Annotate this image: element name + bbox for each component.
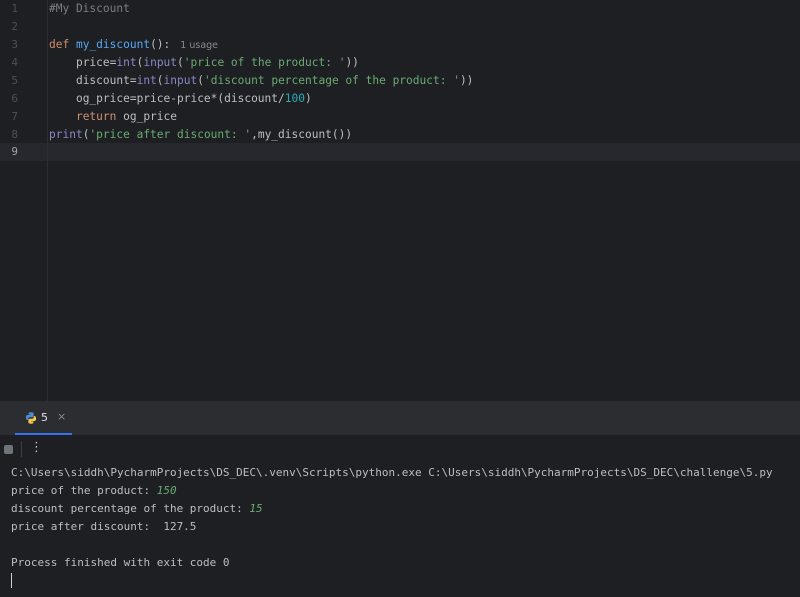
code-line-4[interactable]: price=int(input('price of the product: '… [49, 54, 359, 72]
code-token: ( [177, 56, 184, 69]
code-token: )) [459, 74, 474, 87]
line-number: 7 [11, 110, 18, 123]
line-number: 1 [11, 2, 18, 15]
console-result-line: price after discount: 127.5 [11, 520, 197, 533]
run-toolbar: ⋮ [0, 436, 800, 462]
more-vertical-icon[interactable]: ⋮ [30, 440, 43, 456]
current-line-highlight [0, 143, 800, 161]
code-token: og_price=price-price*(discount/ [75, 92, 285, 105]
console-user-input: 15 [249, 502, 263, 515]
code-line-3[interactable]: def my_discount(): 1 usage [49, 36, 218, 54]
string-token: 'price of the product: ' [183, 56, 346, 69]
line-number: 2 [11, 20, 18, 33]
run-tool-window: 5 × ⋮ C:\Users\siddh\PycharmProjects\DS_… [0, 401, 800, 597]
line-number-current: 9 [11, 145, 18, 158]
console-prompt: price of the product: [11, 484, 157, 497]
line-number: 6 [11, 92, 18, 105]
keyword-token: def [49, 38, 70, 51]
run-tab-5[interactable]: 5 × [15, 402, 72, 435]
string-token: 'price after discount: ' [89, 128, 252, 141]
code-token: discount= [75, 74, 137, 87]
line-number: 5 [11, 74, 18, 87]
builtin-token: input [163, 74, 198, 87]
code-token: ( [156, 74, 164, 87]
code-line-6[interactable]: og_price=price-price*(discount/100) [49, 90, 312, 108]
number-token: 100 [284, 92, 305, 105]
console-prompt: discount percentage of the product: [11, 502, 250, 515]
code-editor[interactable]: 1 2 3 4 5 6 7 8 9 #My Discount def my_di… [0, 0, 800, 401]
line-number: 8 [11, 128, 18, 141]
builtin-token: int [116, 56, 137, 69]
punctuation-token: (): [150, 38, 171, 51]
console-prompt-line: discount percentage of the product: 15 [11, 500, 263, 518]
code-token: price= [75, 56, 117, 69]
string-token: 'discount percentage of the product: ' [203, 74, 460, 87]
run-tab-label: 5 [41, 411, 48, 424]
code-line-7[interactable]: return og_price [49, 108, 177, 126]
console-output[interactable]: C:\Users\siddh\PycharmProjects\DS_DEC\.v… [0, 462, 800, 597]
line-number: 3 [11, 38, 18, 51]
builtin-token: print [49, 128, 83, 141]
line-number-gutter[interactable]: 1 2 3 4 5 6 7 8 9 [0, 0, 48, 401]
code-token: )) [345, 56, 359, 69]
builtin-token: input [143, 56, 178, 69]
builtin-token: int [136, 74, 157, 87]
console-prompt-line: price of the product: 150 [11, 482, 177, 500]
run-tab-bar: 5 × [0, 402, 800, 436]
console-command-line: C:\Users\siddh\PycharmProjects\DS_DEC\.v… [11, 466, 773, 479]
comment-token: #My Discount [49, 2, 130, 15]
keyword-token: return [75, 110, 117, 123]
code-line-5[interactable]: discount=int(input('discount percentage … [49, 72, 473, 90]
code-line-8[interactable]: print('price after discount: ',my_discou… [49, 126, 352, 144]
function-name-token: my_discount [75, 38, 151, 51]
line-number: 4 [11, 56, 18, 69]
pycharm-window: 1 2 3 4 5 6 7 8 9 #My Discount def my_di… [0, 0, 800, 597]
code-token: og_price [116, 110, 177, 123]
toolbar-divider [21, 441, 22, 457]
usage-hint[interactable]: 1 usage [180, 40, 218, 51]
console-exit-line: Process finished with exit code 0 [11, 556, 230, 569]
code-token: ( [197, 74, 204, 87]
code-token: ,my_discount()) [251, 128, 353, 141]
close-icon[interactable]: × [57, 410, 66, 423]
stop-icon[interactable] [4, 445, 13, 454]
code-line-1[interactable]: #My Discount [49, 0, 130, 18]
code-token: ) [304, 92, 312, 105]
console-user-input: 150 [156, 484, 177, 497]
python-icon [25, 412, 37, 424]
console-caret [11, 573, 12, 588]
